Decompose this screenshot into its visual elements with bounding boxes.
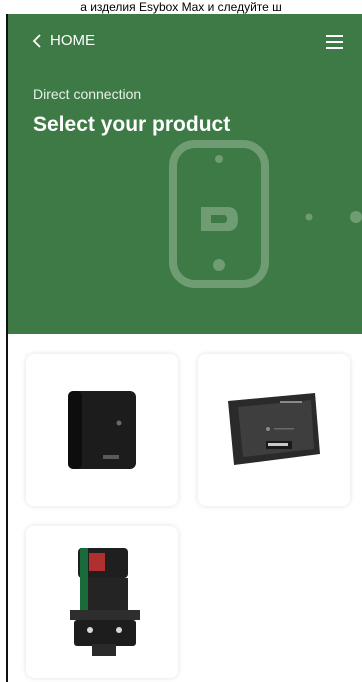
header-banner: HOME Direct connection Select your produ…	[8, 14, 362, 334]
product-card-esybox-mini[interactable]	[26, 354, 178, 506]
connection-illustration	[169, 140, 362, 288]
esybox-mini-product-image	[68, 391, 136, 469]
product-card-dconnect-box[interactable]	[198, 354, 350, 506]
top-bar: HOME	[8, 28, 362, 58]
dconnect-box-product-image	[228, 393, 320, 465]
page-title: Select your product	[33, 113, 231, 136]
esybox-max-pump-product-image	[70, 548, 140, 656]
back-home-label: HOME	[50, 32, 95, 49]
back-home-link[interactable]: HOME	[32, 32, 95, 49]
app-screen: HOME Direct connection Select your produ…	[6, 14, 362, 682]
chevron-left-icon	[32, 33, 41, 48]
document-caption: a изделия Esybox Max и следуйте ш	[80, 0, 282, 14]
hamburger-menu-icon[interactable]	[324, 32, 346, 52]
product-card-esybox-max[interactable]	[26, 526, 178, 678]
connection-type-label: Direct connection	[33, 86, 142, 102]
